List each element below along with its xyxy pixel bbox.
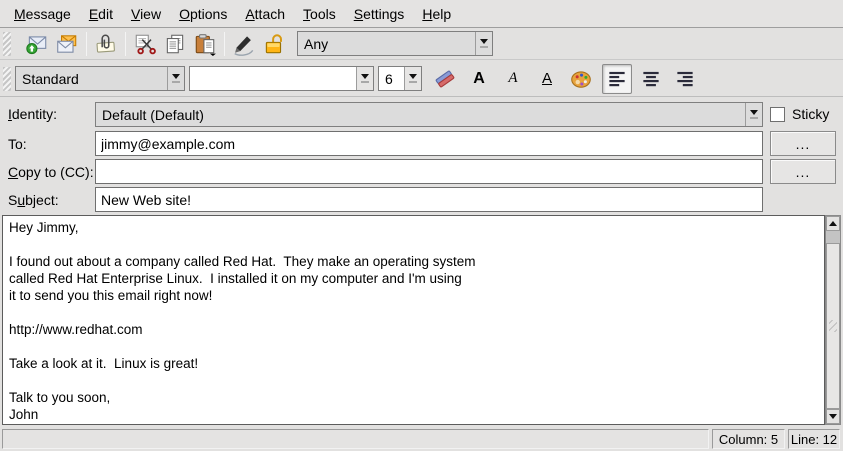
menu-message[interactable]: Message: [5, 3, 80, 25]
copy-button[interactable]: [160, 29, 190, 59]
message-body-textarea[interactable]: Hey Jimmy, I found out about a company c…: [2, 215, 825, 425]
paste-button[interactable]: [190, 29, 220, 59]
arrow-up-icon: [829, 221, 837, 226]
chevron-down-icon: [409, 74, 417, 79]
send-mail-icon: [25, 32, 49, 56]
menu-options[interactable]: Options: [170, 3, 236, 25]
align-left-icon: [605, 67, 629, 91]
combo-dropdown-button[interactable]: [475, 32, 492, 55]
queue-mail-button[interactable]: [52, 29, 82, 59]
statusbar-column: Column: 5: [712, 429, 785, 449]
cut-button[interactable]: [130, 29, 160, 59]
scroll-up-button[interactable]: [826, 216, 840, 231]
queue-mail-icon: [55, 32, 79, 56]
menu-tools[interactable]: Tools: [294, 3, 345, 25]
combo-dropdown-button[interactable]: [356, 67, 373, 90]
toolbar-separator: [224, 32, 225, 56]
to-address-book-button[interactable]: ...: [770, 131, 836, 156]
toolbar-separator: [125, 32, 126, 56]
statusbar-spacer: [2, 429, 709, 449]
paste-icon: [193, 32, 217, 56]
send-mail-button[interactable]: [22, 29, 52, 59]
bold-icon: A: [473, 70, 485, 88]
chevron-down-icon: [480, 39, 488, 44]
align-right-button[interactable]: [670, 64, 700, 94]
underline-button[interactable]: A: [532, 64, 562, 94]
sign-message-button[interactable]: [229, 29, 259, 59]
underline-icon: A: [542, 70, 552, 87]
font-size-combo[interactable]: 6: [378, 66, 422, 91]
identity-label: Identity:: [8, 106, 57, 122]
paste-dropdown-arrow-icon: [210, 53, 216, 55]
subject-label: Subject:: [8, 192, 59, 208]
italic-button[interactable]: A: [498, 64, 528, 94]
palette-icon: [569, 67, 593, 91]
align-right-icon: [673, 67, 697, 91]
eraser-button[interactable]: [430, 64, 460, 94]
toolbar-drag-handle[interactable]: [3, 67, 11, 91]
paragraph-style-combo[interactable]: Standard: [15, 66, 185, 91]
identity-value: Default (Default): [96, 107, 745, 123]
chevron-down-icon: [361, 74, 369, 79]
copy-icon: [163, 32, 187, 56]
eraser-icon: [433, 67, 457, 91]
scroll-down-button[interactable]: [826, 409, 840, 424]
align-center-icon: [639, 67, 663, 91]
vertical-scrollbar[interactable]: [825, 215, 841, 425]
menu-view[interactable]: View: [122, 3, 170, 25]
crypto-format-value: Any: [298, 36, 475, 52]
encrypt-message-button[interactable]: [259, 29, 289, 59]
menu-bar: Message Edit View Options Attach Tools S…: [0, 0, 843, 28]
sign-pen-icon: [232, 32, 256, 56]
align-left-button[interactable]: [602, 64, 632, 94]
font-size-value: 6: [379, 71, 404, 87]
attach-file-icon: [94, 32, 118, 56]
to-label: To:: [8, 136, 27, 152]
sticky-checkbox-group: Sticky: [770, 106, 829, 122]
paragraph-style-value: Standard: [16, 71, 167, 87]
sticky-checkbox[interactable]: [770, 107, 785, 122]
arrow-down-icon: [829, 414, 837, 419]
subject-input[interactable]: [95, 187, 763, 212]
combo-dropdown-button[interactable]: [167, 67, 184, 90]
scrollbar-grip: [829, 320, 837, 332]
identity-combo[interactable]: Default (Default): [95, 102, 763, 127]
cut-icon: [133, 32, 157, 56]
mail-composer-window: Message Edit View Options Attach Tools S…: [0, 0, 843, 451]
combo-dropdown-button[interactable]: [404, 67, 421, 90]
statusbar-line: Line: 12: [788, 429, 840, 449]
menu-settings[interactable]: Settings: [345, 3, 414, 25]
main-toolbar: Any: [0, 28, 843, 60]
chevron-down-icon: [172, 74, 180, 79]
menu-help[interactable]: Help: [413, 3, 460, 25]
text-color-button[interactable]: [566, 64, 596, 94]
scrollbar-thumb[interactable]: [826, 243, 840, 409]
italic-icon: A: [508, 70, 517, 87]
cc-address-book-button[interactable]: ...: [770, 159, 836, 184]
open-padlock-icon: [262, 32, 286, 56]
menu-attach[interactable]: Attach: [236, 3, 294, 25]
cc-label: Copy to (CC):: [8, 164, 94, 180]
format-toolbar: Standard 6: [0, 61, 843, 97]
combo-dropdown-button[interactable]: [745, 103, 762, 126]
cc-input[interactable]: [95, 159, 763, 184]
scrollbar-track[interactable]: [826, 231, 840, 409]
toolbar-drag-handle[interactable]: [3, 32, 11, 56]
toolbar-separator: [86, 32, 87, 56]
chevron-down-icon: [750, 110, 758, 115]
attach-file-button[interactable]: [91, 29, 121, 59]
font-family-combo[interactable]: [189, 66, 374, 91]
to-input[interactable]: [95, 131, 763, 156]
menu-edit[interactable]: Edit: [80, 3, 122, 25]
sticky-label: Sticky: [792, 106, 829, 122]
bold-button[interactable]: A: [464, 64, 494, 94]
crypto-format-combo[interactable]: Any: [297, 31, 493, 56]
align-center-button[interactable]: [636, 64, 666, 94]
